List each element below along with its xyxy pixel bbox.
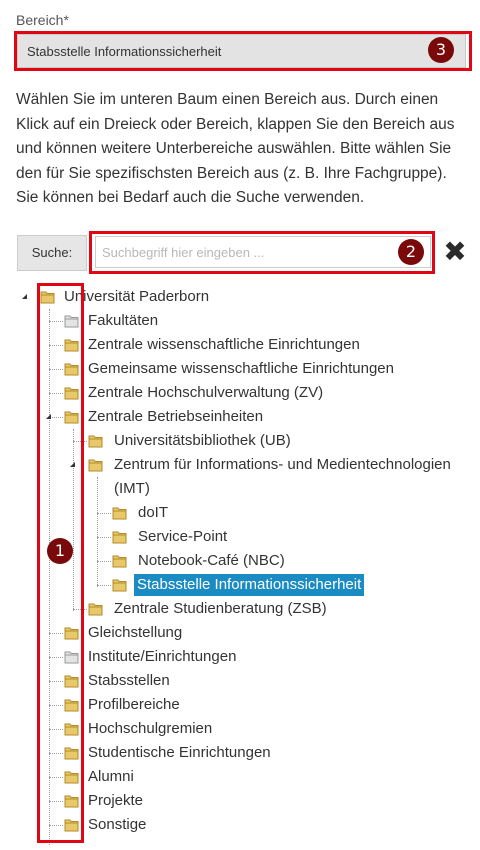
folder-icon	[88, 435, 103, 448]
search-label: Suche:	[17, 235, 87, 271]
highlight-box-select	[14, 31, 472, 71]
tree-node-label: Universitätsbibliothek (UB)	[114, 432, 291, 449]
tree-node-label: Profilbereiche	[88, 696, 180, 713]
tree-node-label: Zentrum für Informations- und Medientech…	[114, 456, 451, 473]
folder-icon	[88, 459, 103, 472]
tree-guide-line	[97, 477, 98, 587]
tree-node-label: Fakultäten	[88, 312, 159, 329]
tree-node-label: (IMT)	[114, 480, 150, 497]
tree-guide-line	[97, 585, 111, 586]
tree-node-label: Hochschulgremien	[88, 720, 213, 737]
clear-search-button[interactable]: ✖	[437, 235, 473, 271]
badge-search: 2	[398, 239, 424, 265]
folder-icon	[112, 531, 127, 544]
tree-node-label: Alumni	[88, 768, 134, 785]
highlight-box-search	[89, 231, 435, 274]
instructions-text: Wählen Sie im unteren Baum einen Bereich…	[16, 91, 455, 206]
folder-icon	[112, 555, 127, 568]
folder-icon	[112, 507, 127, 520]
expanded-triangle-icon[interactable]	[22, 294, 27, 299]
tree-node-label: Zentrale Studienberatung (ZSB)	[114, 600, 327, 617]
tree-node-label: doIT	[138, 504, 169, 521]
tree-node-label: Zentrale Betriebseinheiten	[88, 408, 264, 425]
field-label: Bereich*	[16, 12, 69, 28]
tree-guide-line	[97, 561, 111, 562]
tree-node-label: Universität Paderborn	[64, 288, 210, 305]
badge-select: 3	[428, 37, 454, 63]
tree-node-label: Gleichstellung	[88, 624, 183, 641]
tree-node-label: Stabsstellen	[88, 672, 170, 689]
tree-node-label: Stabsstelle Informationssicherheit	[134, 574, 365, 596]
badge-tree: 1	[47, 538, 73, 564]
tree-node-label: Projekte	[88, 792, 144, 809]
tree-node-label: Institute/Einrichtungen	[88, 648, 237, 665]
tree-node-label: Sonstige	[88, 816, 147, 833]
tree-guide-line	[97, 513, 111, 514]
tree-node-label: Service-Point	[138, 528, 228, 545]
tree-node-label: Gemeinsame wissenschaftliche Einrichtung…	[88, 360, 394, 377]
folder-icon	[88, 603, 103, 616]
tree-guide-line	[97, 537, 111, 538]
tree-node-label: Studentische Einrichtungen	[88, 744, 271, 761]
tree-node-label: Notebook-Café (NBC)	[138, 552, 285, 569]
tree-node-label: Zentrale wissenschaftliche Einrichtungen	[88, 336, 360, 353]
tree-node-label: Zentrale Hochschulverwaltung (ZV)	[88, 384, 324, 401]
folder-icon	[112, 579, 127, 592]
